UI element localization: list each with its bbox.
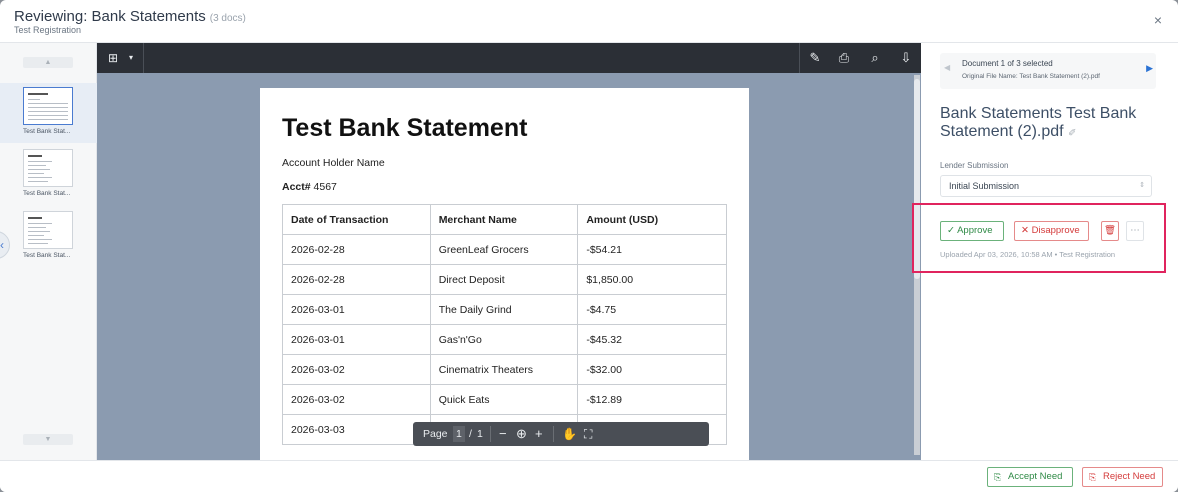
transaction-date: 2026-02-28	[282, 234, 431, 265]
amount: -$32.00	[577, 354, 727, 385]
transactions-table: Date of Transaction Merchant Name Amount…	[282, 204, 727, 445]
highlight-box	[912, 203, 1166, 273]
zoom-in-icon[interactable]: +	[535, 422, 543, 446]
select-caret-icon: ⇕	[1139, 182, 1145, 189]
amount: -$54.21	[577, 234, 727, 265]
grid-view-icon[interactable]: ⊞	[105, 43, 121, 73]
thumbnail-scroll-down-button[interactable]: ▼	[23, 434, 73, 445]
page-title: Reviewing: Bank Statements (3 docs)	[14, 8, 246, 25]
table-row: 2026-03-01 Gas'n'Go -$45.32	[282, 324, 727, 355]
document-viewer: ⊞ ▾ ✎ ⎙ ⌕ ⇩ Test Bank Statement Account …	[97, 43, 921, 460]
thumbnail-item[interactable]: Test Bank Stat...	[0, 207, 97, 267]
search-icon[interactable]: ⌕	[864, 43, 886, 73]
accept-icon: ⎘	[994, 472, 1002, 482]
amount: -$12.89	[577, 384, 727, 415]
annotate-icon[interactable]: ✎	[804, 43, 826, 73]
table-row: 2026-02-28 GreenLeaf Grocers -$54.21	[282, 234, 727, 265]
thumbnail-label: Test Bank Stat...	[23, 128, 71, 135]
column-header: Date of Transaction	[282, 204, 431, 235]
next-doc-icon[interactable]: ▶	[1146, 63, 1153, 74]
merchant-name: Quick Eats	[429, 384, 579, 415]
document-name: Bank Statements Test Bank Statement (2).…	[940, 105, 1160, 143]
thumbnail-label: Test Bank Stat...	[23, 252, 71, 259]
thumbnail-image	[23, 149, 73, 187]
fullscreen-icon[interactable]: ⛶	[584, 422, 592, 446]
transaction-date: 2026-03-02	[282, 384, 431, 415]
merchant-name: Cinematrix Theaters	[429, 354, 579, 385]
merchant-name: The Daily Grind	[429, 294, 579, 325]
doc-count: (3 docs)	[209, 13, 246, 24]
account-number-value: 4567	[313, 181, 337, 193]
accept-need-label: Accept Need	[1008, 471, 1063, 482]
transaction-date: 2026-03-02	[282, 354, 431, 385]
document-navigator: ◀ Document 1 of 3 selected Original File…	[940, 53, 1156, 89]
page-controls: Page 1 / 1 − ⊕ + ✋ ⛶	[413, 422, 709, 446]
transaction-date: 2026-02-28	[282, 264, 431, 295]
modal-footer: ⎘ Accept Need ⎘ Reject Need	[0, 460, 1178, 492]
lender-submission-value: Initial Submission	[949, 181, 1020, 191]
close-icon[interactable]: ×	[1154, 12, 1162, 28]
edit-name-icon[interactable]: ✐	[1068, 128, 1076, 139]
lender-submission-select[interactable]: Initial Submission ⇕	[940, 175, 1152, 197]
download-icon[interactable]: ⇩	[895, 43, 917, 73]
amount: -$45.32	[577, 324, 727, 355]
page-subtitle: Test Registration	[14, 25, 82, 35]
reject-icon: ⎘	[1089, 472, 1097, 482]
thumbnail-item[interactable]: Test Bank Stat...	[0, 145, 97, 205]
merchant-name: Gas'n'Go	[429, 324, 579, 355]
account-number-label: Acct#	[282, 181, 311, 193]
page-label: Page	[423, 428, 448, 440]
table-row: 2026-02-28 Direct Deposit $1,850.00	[282, 264, 727, 295]
document-position: Document 1 of 3 selected	[962, 59, 1053, 68]
modal-header: Reviewing: Bank Statements (3 docs) Test …	[0, 0, 1178, 43]
document-name-text: Bank Statements Test Bank Statement (2).…	[940, 105, 1137, 140]
lender-submission-label: Lender Submission	[940, 161, 1009, 170]
toolbar-divider	[143, 43, 144, 73]
transaction-date: 2026-03-01	[282, 324, 431, 355]
review-modal: Reviewing: Bank Statements (3 docs) Test …	[0, 0, 1178, 492]
previous-doc-icon[interactable]: ◀	[944, 63, 950, 72]
account-holder: Account Holder Name	[282, 157, 385, 169]
table-row: 2026-03-02 Cinematrix Theaters -$32.00	[282, 354, 727, 385]
original-file-name: Original File Name: Test Bank Statement …	[962, 73, 1100, 80]
chevron-down-icon[interactable]: ▾	[125, 43, 137, 73]
column-header: Amount (USD)	[577, 204, 727, 235]
title-text: Reviewing: Bank Statements	[14, 8, 206, 25]
pan-hand-icon[interactable]: ✋	[562, 422, 577, 446]
document-title: Test Bank Statement	[282, 114, 528, 142]
zoom-icon[interactable]: ⊕	[516, 422, 527, 446]
document-page: Test Bank Statement Account Holder Name …	[260, 88, 749, 460]
thumbnail-image	[23, 211, 73, 249]
page-separator: /	[469, 428, 472, 440]
pager-divider	[553, 426, 554, 442]
page-number-input[interactable]: 1	[453, 426, 465, 442]
amount: -$4.75	[577, 294, 727, 325]
transaction-date: 2026-03-03	[282, 414, 431, 445]
print-icon[interactable]: ⎙	[833, 43, 855, 73]
reject-need-button[interactable]: ⎘ Reject Need	[1082, 467, 1163, 487]
toolbar-divider	[799, 43, 800, 73]
account-number: Acct# 4567	[282, 181, 337, 193]
zoom-out-icon[interactable]: −	[499, 422, 507, 446]
merchant-name: Direct Deposit	[429, 264, 579, 295]
table-row: 2026-03-01 The Daily Grind -$4.75	[282, 294, 727, 325]
thumbnail-scroll-up-button[interactable]: ▲	[23, 57, 73, 68]
transaction-date: 2026-03-01	[282, 294, 431, 325]
viewer-toolbar: ⊞ ▾ ✎ ⎙ ⌕ ⇩	[97, 43, 921, 73]
amount: $1,850.00	[577, 264, 727, 295]
pager-divider	[490, 426, 491, 442]
thumbnail-image	[23, 87, 73, 125]
thumbnail-label: Test Bank Stat...	[23, 190, 71, 197]
merchant-name: GreenLeaf Grocers	[429, 234, 579, 265]
thumbnail-item[interactable]: Test Bank Stat...	[0, 83, 97, 143]
column-header: Merchant Name	[429, 204, 579, 235]
thumbnail-sidebar: ▲ Test Bank Stat... Test Bank Stat... Te…	[0, 43, 97, 460]
reject-need-label: Reject Need	[1103, 471, 1156, 482]
table-header-row: Date of Transaction Merchant Name Amount…	[282, 204, 727, 235]
table-row: 2026-03-02 Quick Eats -$12.89	[282, 384, 727, 415]
page-total: 1	[477, 428, 483, 440]
accept-need-button[interactable]: ⎘ Accept Need	[987, 467, 1073, 487]
